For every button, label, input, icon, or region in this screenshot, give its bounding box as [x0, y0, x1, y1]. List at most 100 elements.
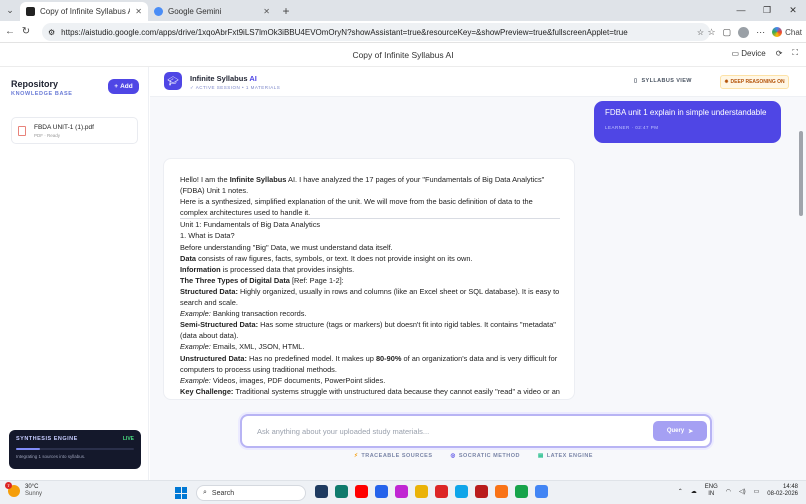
mail-icon[interactable]	[455, 485, 468, 498]
file-name: FBDA UNIT-1 (1).pdf	[34, 123, 94, 131]
more-menu-icon[interactable]: ⋯	[756, 27, 765, 38]
response-line: Here is a synthesized, simplified explan…	[180, 197, 533, 218]
bookmark-star-icon[interactable]: ☆	[697, 28, 704, 37]
wifi-icon[interactable]: ◠	[726, 488, 731, 495]
address-bar[interactable]: ⚙ https://aistudio.google.com/apps/drive…	[42, 23, 710, 41]
volume-icon[interactable]: ◁)	[739, 488, 746, 495]
feature-chips: ⚡︎ TRACEABLE SOURCES ◎ SOCRATIC METHOD ▤ LA…	[354, 453, 593, 459]
onedrive-icon[interactable]: ☁	[691, 488, 697, 495]
close-window-icon[interactable]: ✕	[780, 0, 806, 21]
response-heading: Unit 1: Fundamentals of Big Data Analyti…	[180, 220, 321, 230]
engine-progress-bar	[16, 448, 134, 450]
tab-gemini[interactable]: Google Gemini ✕	[148, 2, 276, 21]
ai-studio-favicon-icon	[26, 7, 35, 16]
query-button[interactable]: Query ➤	[653, 421, 707, 441]
deep-reasoning-toggle[interactable]: ✸ DEEP REASONING ON	[720, 75, 789, 89]
start-button[interactable]	[175, 487, 187, 499]
chat-main: 🎓︎ Infinite Syllabus AI ✓ ACTIVE SESSION…	[150, 67, 806, 480]
device-button[interactable]: ▭ Device	[731, 49, 765, 58]
copilot-icon	[772, 27, 783, 37]
tab-ai-studio[interactable]: Copy of Infinite Syllabus AI | Goog ✕	[20, 2, 148, 21]
fullscreen-icon[interactable]: ⛶	[792, 48, 798, 58]
engine-progress-fill	[16, 448, 40, 450]
app-title-main: Infinite Syllabus	[190, 74, 248, 83]
clock[interactable]: 14:48 08-02-2026	[767, 484, 798, 498]
close-tab-icon[interactable]: ✕	[135, 7, 142, 16]
syllabus-view-label: SYLLABUS VIEW	[641, 78, 692, 84]
battery-icon[interactable]: ▭	[754, 488, 760, 495]
window-controls: — ❐ ✕	[728, 0, 806, 21]
tab-title: Google Gemini	[168, 7, 222, 16]
task-view-icon[interactable]	[315, 485, 328, 498]
send-icon: ➤	[688, 428, 694, 435]
applet-title-bar: Copy of Infinite Syllabus AI ▭ Device ⟳ …	[0, 44, 806, 67]
chat-input[interactable]: Ask anything about your uploaded study m…	[257, 427, 429, 436]
app-title-ai: AI	[249, 74, 257, 83]
firefox-icon[interactable]	[495, 485, 508, 498]
response-line: Unstructured Data: Has no predefined mod…	[180, 353, 558, 374]
response-line: Key Challenge: Traditional systems strug…	[180, 386, 560, 399]
browser-actions: ☆ ▢ ⋯ Chat	[708, 23, 802, 41]
minimize-icon[interactable]: —	[728, 0, 754, 21]
close-tab-icon[interactable]: ✕	[263, 7, 270, 16]
chat-button[interactable]: Chat	[772, 27, 802, 37]
response-heading: 1. What is Data?	[180, 231, 235, 241]
reload-icon[interactable]: ↻	[18, 26, 34, 37]
news-icon[interactable]	[475, 485, 488, 498]
weather-temp: 30°C	[25, 484, 39, 490]
language-indicator[interactable]: ENG IN	[705, 484, 718, 498]
response-line: Hello! I am the Infinite Syllabus AI. I …	[180, 175, 545, 196]
pdf-file-icon	[18, 125, 26, 136]
new-tab-button[interactable]: +	[276, 2, 296, 21]
youtube-icon[interactable]	[355, 485, 368, 498]
show-hidden-icons-icon[interactable]: ⌃	[678, 488, 683, 495]
chip-latex-engine: ▤ LATEX ENGINE	[538, 453, 593, 459]
deep-reasoning-label: DEEP REASONING ON	[730, 79, 785, 85]
taskbar-search[interactable]: ⌕ Search	[196, 485, 306, 501]
search-label: Search	[211, 489, 235, 497]
ai-response-card: Hello! I am the Infinite Syllabus AI. I …	[163, 158, 575, 400]
file-explorer-icon[interactable]	[415, 485, 428, 498]
sun-icon: 7	[5, 482, 20, 497]
chip-socratic-method: ◎ SOCRATIC METHOD	[450, 453, 521, 459]
plus-icon: +	[114, 83, 119, 90]
sparkle-icon: ✸	[724, 79, 729, 85]
device-label: Device	[741, 48, 766, 58]
browser-toolbar: ← ↻ ⚙ https://aistudio.google.com/apps/d…	[0, 21, 806, 43]
session-subtitle: ✓ ACTIVE SESSION • 1 MATERIALS	[190, 85, 281, 90]
chat-scrollbar[interactable]	[799, 99, 804, 448]
profile-avatar[interactable]	[738, 26, 750, 38]
site-info-icon[interactable]: ⚙	[48, 28, 55, 37]
collections-icon[interactable]: ▢	[723, 27, 732, 38]
file-item[interactable]: FBDA UNIT-1 (1).pdf PDF · Ready	[11, 117, 138, 144]
response-line: Example: Emails, XML, JSON, HTML.	[180, 342, 305, 352]
taskbar-apps	[315, 485, 548, 498]
response-line: Semi-Structured Data: Has some structure…	[180, 320, 556, 341]
add-button[interactable]: + Add	[108, 79, 139, 94]
response-line: Example: Videos, images, PDF documents, …	[180, 375, 386, 385]
restore-icon[interactable]: ❐	[754, 0, 780, 21]
response-line: Before understanding "Big" Data, we must…	[180, 242, 393, 252]
scrollbar-thumb[interactable]	[799, 131, 803, 216]
mcafee-icon[interactable]	[435, 485, 448, 498]
tab-search-icon[interactable]: ⌄	[0, 0, 20, 21]
app-icon[interactable]	[375, 485, 388, 498]
user-message-text: FDBA unit 1 explain in simple understand…	[605, 108, 767, 117]
engine-text: Integrating 1 sources into syllabus.	[16, 454, 86, 459]
engine-title: SYNTHESIS ENGINE	[16, 436, 78, 442]
repository-subtitle: KNOWLEDGE BASE	[11, 91, 73, 97]
graduation-cap-icon: 🎓︎	[164, 72, 182, 90]
repository-title: Repository	[11, 79, 59, 89]
refresh-icon[interactable]: ⟳	[776, 49, 783, 58]
extensions-icon[interactable]: ☆	[708, 27, 716, 38]
user-message-meta: LEARNER · 02:47 PM	[605, 125, 659, 130]
target-icon: ◎	[450, 453, 456, 459]
clock-time: 14:48	[782, 484, 798, 490]
back-icon[interactable]: ←	[2, 26, 18, 37]
chrome-icon[interactable]	[535, 485, 548, 498]
syllabus-view-button[interactable]: ▯ SYLLABUS VIEW	[634, 78, 692, 84]
weather-widget[interactable]: 7 30°C Sunny	[5, 482, 42, 498]
copilot-app-icon[interactable]	[395, 485, 408, 498]
edge-icon[interactable]	[335, 485, 348, 498]
whatsapp-icon[interactable]	[515, 485, 528, 498]
